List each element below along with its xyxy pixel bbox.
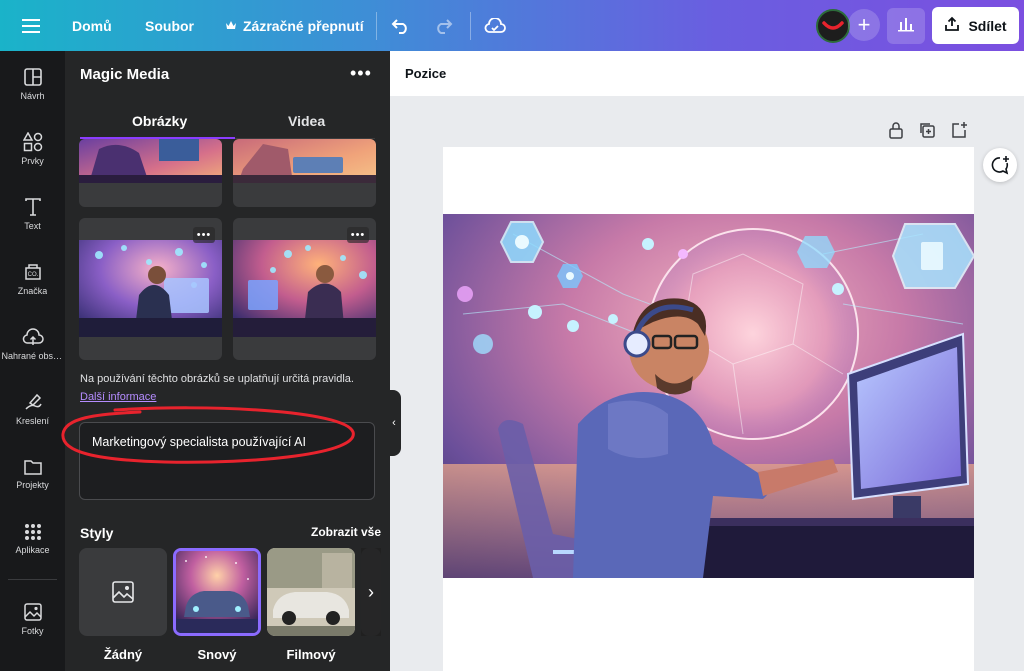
- tab-images[interactable]: Obrázky: [132, 113, 187, 129]
- page-tools: [888, 121, 968, 139]
- rail-item-elements[interactable]: Prvky: [0, 119, 65, 179]
- image-placeholder-icon: [112, 581, 134, 603]
- prompt-text: Marketingový specialista používající AI: [92, 435, 306, 449]
- rail-item-apps[interactable]: Aplikace: [0, 509, 65, 569]
- magic-switch-menu[interactable]: Zázračné přepnutí: [225, 0, 364, 51]
- rail-label: Kreslení: [15, 416, 50, 426]
- photo-icon: [23, 603, 42, 621]
- chevron-left-icon: ‹: [392, 417, 396, 429]
- generated-image-thumb[interactable]: [79, 139, 222, 207]
- share-label: Sdílet: [968, 17, 1007, 34]
- cloud-check-icon[interactable]: [484, 0, 506, 51]
- rail-item-uploads[interactable]: Nahrané obsahy: [0, 314, 65, 374]
- insights-button[interactable]: [887, 8, 925, 44]
- style-label: Žádný: [103, 647, 143, 662]
- toolbar-divider: [470, 12, 471, 40]
- shapes-icon: [22, 132, 42, 152]
- rail-label: Návrh: [20, 91, 45, 101]
- style-option-dreamy[interactable]: [173, 548, 261, 636]
- rail-label: Projekty: [16, 480, 49, 490]
- rail-label: Aplikace: [15, 545, 50, 555]
- chevron-right-icon[interactable]: ›: [361, 548, 381, 636]
- bar-chart-icon: [897, 16, 915, 37]
- rail-item-text[interactable]: Text: [0, 184, 65, 244]
- style-preview-image: [267, 548, 355, 636]
- panel-title: Magic Media: [80, 66, 170, 83]
- rail-label: Značka: [17, 286, 48, 296]
- rail-item-projects[interactable]: Projekty: [0, 444, 65, 504]
- style-option-none[interactable]: [79, 548, 167, 636]
- crown-icon: [225, 18, 237, 34]
- hamburger-icon[interactable]: [22, 0, 40, 51]
- brand-icon: CO.: [24, 264, 41, 280]
- style-label: Filmový: [286, 647, 336, 662]
- side-rail: Návrh Prvky Text CO. Značka Nahrané obsa…: [0, 51, 65, 671]
- toolbar-divider: [376, 12, 377, 40]
- duplicate-page-icon[interactable]: [918, 121, 936, 139]
- home-menu[interactable]: Domů: [72, 0, 112, 51]
- top-bar: Domů Soubor Zázračné přepnutí + Sdílet: [0, 0, 1024, 51]
- magic-switch-label: Zázračné přepnutí: [243, 17, 364, 34]
- plus-icon: +: [857, 12, 871, 37]
- svg-text:CO.: CO.: [27, 272, 38, 278]
- add-collaborator-button[interactable]: +: [848, 9, 880, 41]
- generated-image: [79, 240, 222, 337]
- canvas-image[interactable]: [443, 214, 974, 578]
- comment-plus-icon: [991, 156, 1009, 175]
- redo-icon[interactable]: [433, 0, 453, 51]
- apps-grid-icon: [24, 524, 41, 540]
- usage-notice: Na používání těchto obrázků se uplatňují…: [80, 373, 354, 385]
- thumb-more-icon[interactable]: •••: [193, 227, 215, 243]
- rail-label: Fotky: [21, 626, 44, 636]
- layout-icon: [23, 68, 42, 86]
- position-button[interactable]: Pozice: [405, 66, 446, 81]
- add-page-icon[interactable]: [950, 121, 968, 139]
- generated-image: [233, 240, 376, 337]
- draw-icon: [24, 393, 42, 410]
- rail-item-design[interactable]: Návrh: [0, 54, 65, 114]
- rail-item-photos[interactable]: Fotky: [0, 589, 65, 649]
- style-option-film[interactable]: [267, 548, 355, 636]
- rail-item-draw[interactable]: Kreslení: [0, 379, 65, 439]
- style-preview-image: [176, 551, 258, 633]
- generated-image: [79, 139, 222, 183]
- cloud-upload-icon: [22, 328, 44, 345]
- undo-icon[interactable]: [391, 0, 411, 51]
- position-toolbar: Pozice: [390, 51, 1024, 96]
- lock-icon[interactable]: [888, 121, 904, 139]
- style-label: Snový: [197, 647, 237, 662]
- magic-media-panel: Magic Media ••• Obrázky Videa ••• ••• Na…: [65, 51, 390, 671]
- see-all-styles-link[interactable]: Zobrazit vše: [311, 525, 381, 539]
- rail-label: Prvky: [21, 156, 44, 166]
- thumb-more-icon[interactable]: •••: [347, 227, 369, 243]
- rail-label: Text: [24, 221, 41, 231]
- rail-divider: [8, 579, 57, 580]
- more-options-icon[interactable]: •••: [350, 63, 372, 84]
- avatar[interactable]: [816, 9, 850, 43]
- rail-label: Nahrané obsahy: [1, 351, 64, 361]
- folder-icon: [23, 460, 42, 475]
- text-icon: [24, 198, 41, 216]
- share-button[interactable]: Sdílet: [932, 7, 1019, 44]
- prompt-input[interactable]: Marketingový specialista používající AI: [79, 422, 375, 500]
- generated-image: [233, 139, 376, 183]
- upload-icon: [944, 16, 960, 35]
- rail-item-brand[interactable]: CO. Značka: [0, 249, 65, 309]
- tab-videos[interactable]: Videa: [288, 113, 325, 129]
- file-menu[interactable]: Soubor: [145, 0, 194, 51]
- learn-more-link[interactable]: Další informace: [80, 391, 156, 403]
- styles-heading: Styly: [80, 525, 114, 541]
- add-comment-button[interactable]: [983, 148, 1017, 182]
- generated-image-thumb[interactable]: [233, 139, 376, 207]
- collapse-panel-handle[interactable]: ‹: [387, 390, 401, 456]
